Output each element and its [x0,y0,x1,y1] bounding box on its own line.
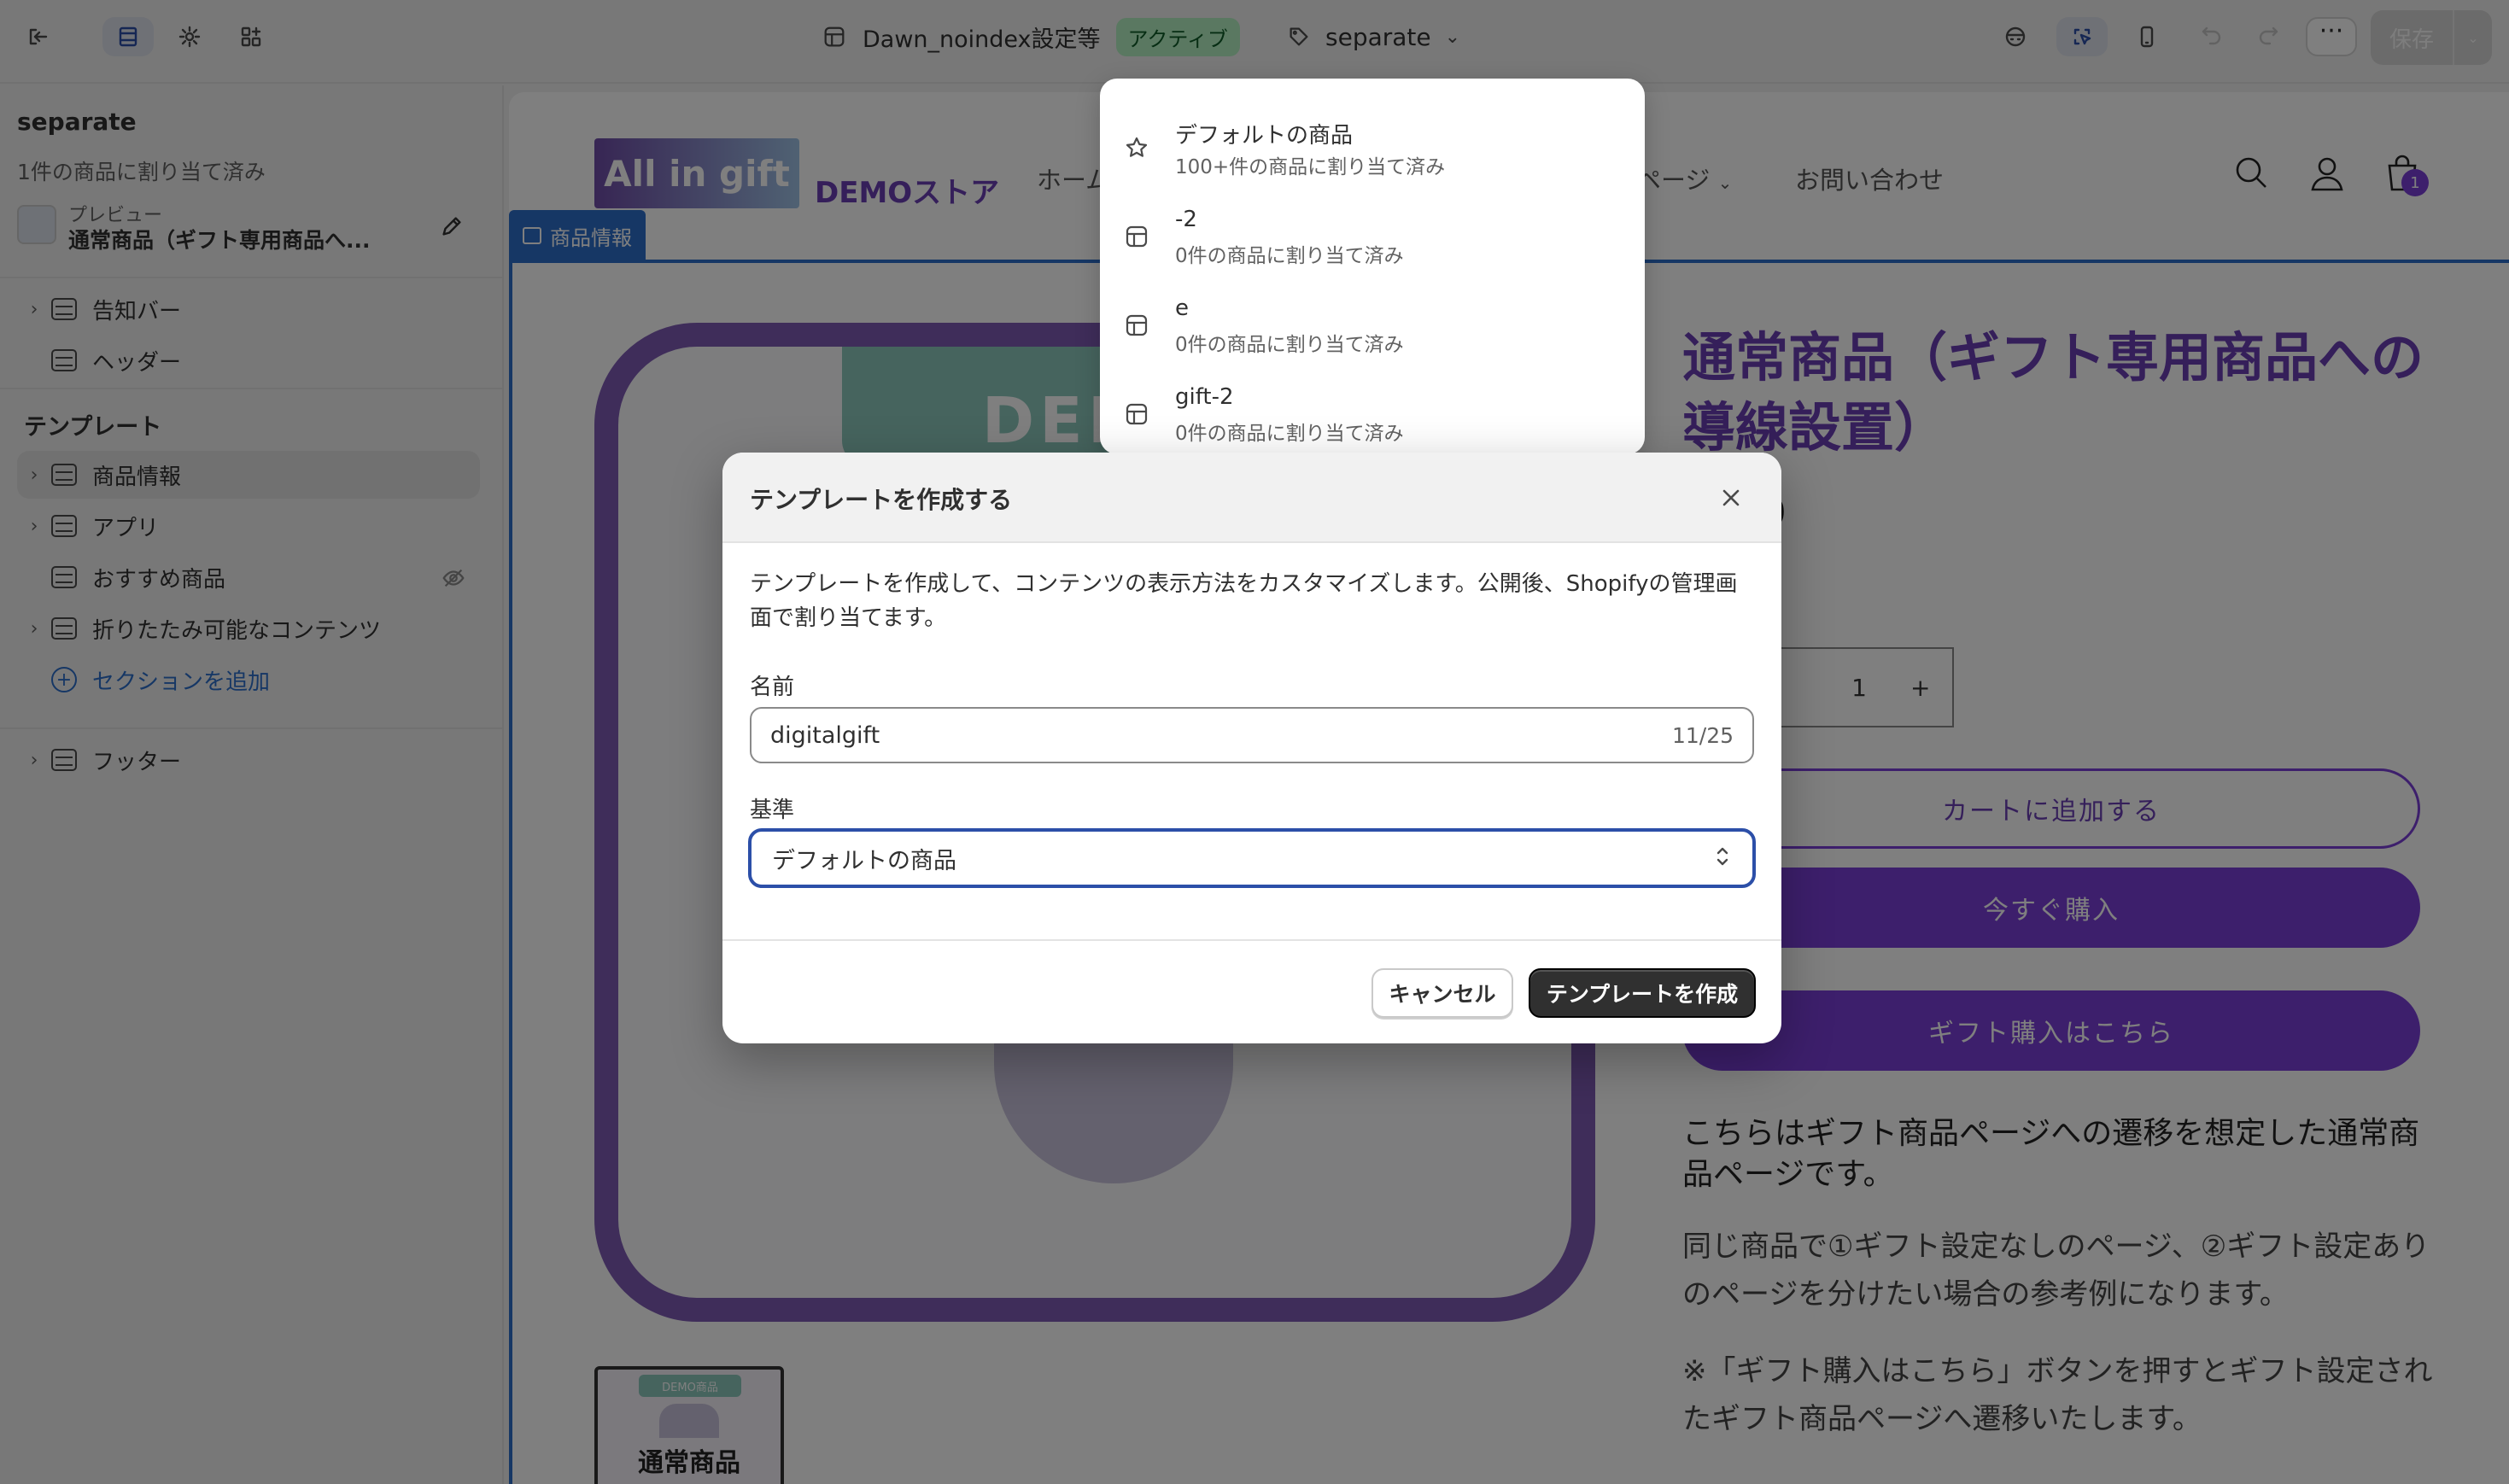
dropdown-item-2[interactable]: -2 0件の商品に割り当て済み [1100,193,1645,282]
name-label: 名前 [750,675,795,700]
create-template-button[interactable]: テンプレートを作成 [1529,968,1756,1018]
dropdown-item-name: -2 [1175,207,1197,232]
close-icon[interactable] [1713,480,1749,516]
name-input-value[interactable]: digitalgift [770,722,880,749]
name-input[interactable]: digitalgift 11/25 [750,707,1754,763]
dropdown-item-name: e [1175,295,1189,321]
modal-footer-divider [722,939,1781,941]
base-select-value: デフォルトの商品 [772,847,956,874]
template-icon [1124,401,1149,427]
dropdown-item-gift-2[interactable]: gift-2 0件の商品に割り当て済み [1100,371,1645,454]
character-count: 11/25 [1671,722,1734,748]
dropdown-item-sub: 0件の商品に割り当て済み [1175,423,1404,445]
base-label: 基準 [750,798,795,823]
dropdown-item-e[interactable]: e 0件の商品に割り当て済み [1100,282,1645,371]
template-icon [1124,224,1149,249]
cancel-button[interactable]: キャンセル [1371,968,1513,1018]
select-arrows-icon [1713,844,1732,873]
template-icon [1124,313,1149,338]
dropdown-item-sub: 100+件の商品に割り当て済み [1175,156,1446,178]
create-template-modal: テンプレートを作成する テンプレートを作成して、コンテンツの表示方法をカスタマイ… [722,453,1781,1043]
modal-header: テンプレートを作成する [722,453,1781,543]
dropdown-item-sub: 0件の商品に割り当て済み [1175,334,1404,356]
template-dropdown: デフォルトの商品 100+件の商品に割り当て済み -2 0件の商品に割り当て済み… [1100,79,1645,454]
modal-title: テンプレートを作成する [750,486,1013,514]
dropdown-item-sub: 0件の商品に割り当て済み [1175,245,1404,267]
dropdown-item-name: gift-2 [1175,384,1234,410]
dropdown-item-name: デフォルトの商品 [1175,123,1354,149]
star-icon [1124,135,1149,161]
base-template-select[interactable]: デフォルトの商品 [748,828,1756,888]
modal-description: テンプレートを作成して、コンテンツの表示方法をカスタマイズします。公開後、Sho… [750,571,1738,631]
dropdown-item-default[interactable]: デフォルトの商品 100+件の商品に割り当て済み [1100,104,1645,193]
